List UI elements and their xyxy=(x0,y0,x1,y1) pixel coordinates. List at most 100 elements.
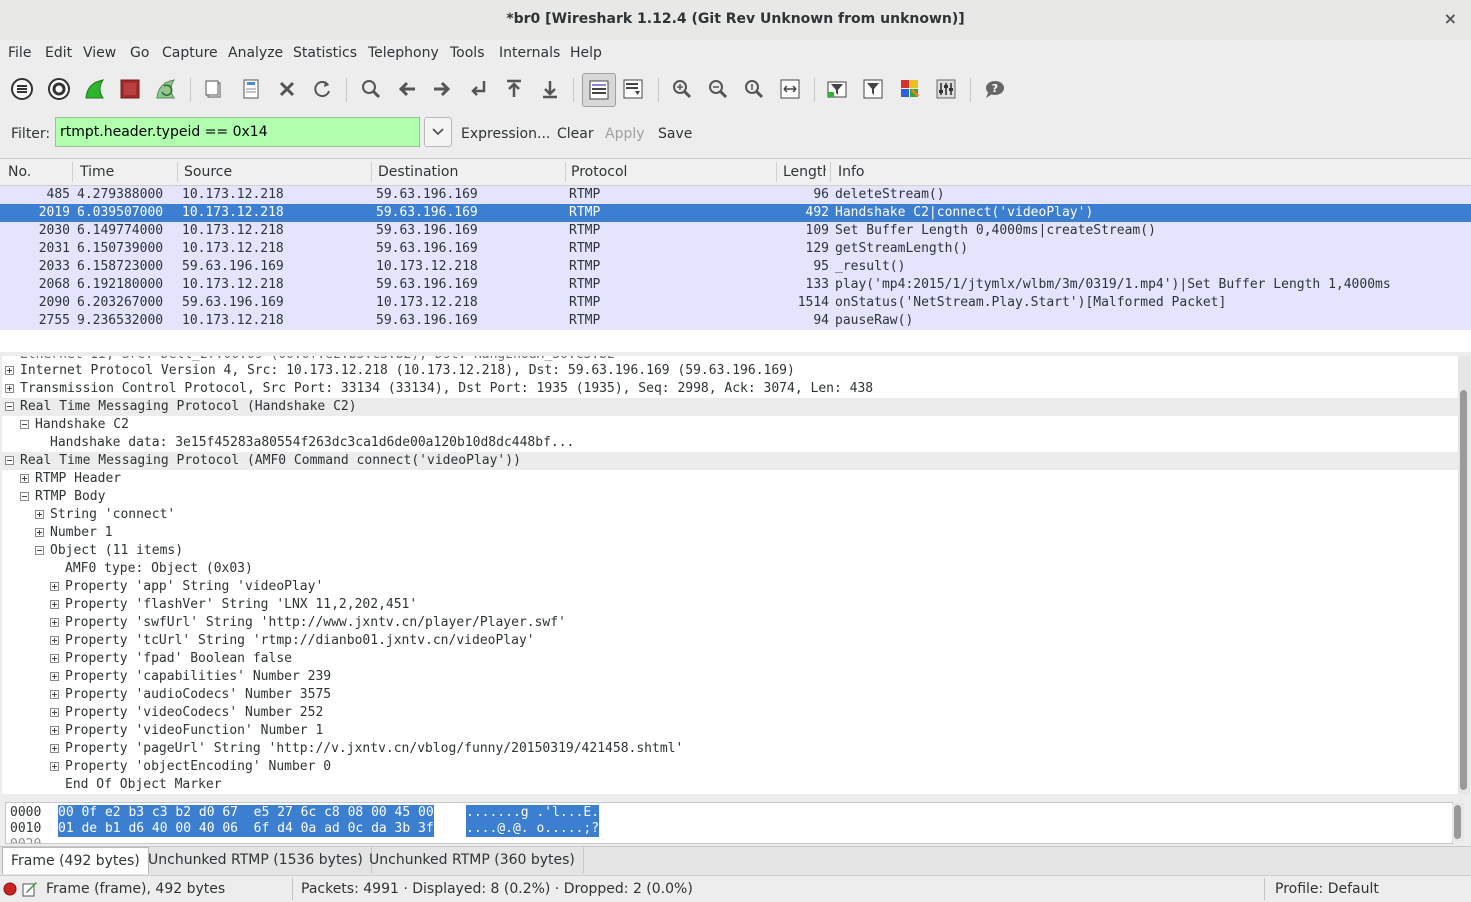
go-last-packet-icon[interactable] xyxy=(537,76,563,102)
packet-row[interactable]: 2090 6.203267000 59.63.196.169 10.173.12.21… xyxy=(0,294,1471,312)
expand-icon[interactable] xyxy=(50,726,59,735)
tab-unchunked-rtmp-360[interactable]: Unchunked RTMP (360 bytes) xyxy=(361,847,584,873)
tree-row[interactable]: Property 'app' String 'videoPlay' xyxy=(2,578,1458,596)
hex-ascii[interactable]: ....@.@. o.....;? xyxy=(466,821,600,837)
packet-row[interactable]: 2019 6.039507000 10.173.12.218 59.63.196.16… xyxy=(0,204,1471,222)
expand-icon[interactable] xyxy=(50,654,59,663)
tree-row[interactable]: Property 'videoFunction' Number 1 xyxy=(2,722,1458,740)
column-header-time[interactable]: Time xyxy=(80,164,114,180)
hex-bytes[interactable]: 00 0f e2 b3 c3 b2 d0 67 e5 27 6c c8 08 0… xyxy=(58,805,434,821)
zoom-in-icon[interactable] xyxy=(669,76,695,102)
hex-bytes[interactable]: 01 de b1 d6 40 00 40 06 6f d4 0a ad 0c d… xyxy=(58,821,434,837)
tree-row[interactable]: End Of Object Marker xyxy=(2,776,1458,794)
start-capture-icon[interactable] xyxy=(82,76,108,102)
expand-icon[interactable] xyxy=(50,708,59,717)
menu-statistics[interactable]: Statistics xyxy=(293,45,357,61)
tree-row[interactable]: Number 1 xyxy=(2,524,1458,542)
collapse-icon[interactable] xyxy=(5,402,14,411)
column-header-protocol[interactable]: Protocol xyxy=(571,164,627,180)
tree-row[interactable]: Property 'capabilities' Number 239 xyxy=(2,668,1458,686)
collapse-icon[interactable] xyxy=(35,546,44,555)
filter-input[interactable] xyxy=(55,117,420,147)
save-filter-button[interactable]: Save xyxy=(658,126,692,142)
collapse-icon[interactable] xyxy=(20,420,29,429)
clear-button[interactable]: Clear xyxy=(557,126,594,142)
tree-row[interactable]: RTMP Body xyxy=(2,488,1458,506)
menu-file[interactable]: File xyxy=(8,45,31,61)
menu-edit[interactable]: Edit xyxy=(45,45,72,61)
capture-filters-icon[interactable] xyxy=(824,76,850,102)
column-header-info[interactable]: Info xyxy=(838,164,865,180)
expand-icon[interactable] xyxy=(20,474,29,483)
expand-icon[interactable] xyxy=(5,366,14,375)
tree-row[interactable]: Property 'videoCodecs' Number 252 xyxy=(2,704,1458,722)
packet-row[interactable]: 2031 6.150739000 10.173.12.218 59.63.196.16… xyxy=(0,240,1471,258)
auto-scroll-icon[interactable] xyxy=(620,76,646,102)
column-header-source[interactable]: Source xyxy=(184,164,232,180)
expand-icon[interactable] xyxy=(50,690,59,699)
tree-row[interactable]: Real Time Messaging Protocol (Handshake … xyxy=(2,398,1458,416)
tree-row[interactable]: Property 'audioCodecs' Number 3575 xyxy=(2,686,1458,704)
tree-row[interactable]: Property 'tcUrl' String 'rtmp://dianbo01… xyxy=(2,632,1458,650)
expand-icon[interactable] xyxy=(50,762,59,771)
menu-telephony[interactable]: Telephony xyxy=(368,45,439,61)
expand-icon[interactable] xyxy=(35,510,44,519)
tree-row[interactable]: Property 'flashVer' String 'LNX 11,2,202… xyxy=(2,596,1458,614)
preferences-icon[interactable] xyxy=(933,76,959,102)
expand-icon[interactable] xyxy=(50,744,59,753)
packet-row[interactable]: 2068 6.192180000 10.173.12.218 59.63.196.16… xyxy=(0,276,1471,294)
colorize-icon[interactable] xyxy=(582,73,616,107)
bytes-scrollbar[interactable] xyxy=(1452,803,1464,841)
reload-icon[interactable] xyxy=(310,76,336,102)
save-file-icon[interactable] xyxy=(238,76,264,102)
help-icon[interactable]: ? xyxy=(981,76,1007,102)
tree-row[interactable]: Handshake data: 3e15f45283a80554f263dc3c… xyxy=(2,434,1458,452)
expand-icon[interactable] xyxy=(35,528,44,537)
tree-row[interactable]: Handshake C2 xyxy=(2,416,1458,434)
tab-unchunked-rtmp-1536[interactable]: Unchunked RTMP (1536 bytes) xyxy=(140,847,372,873)
column-header-destination[interactable]: Destination xyxy=(378,164,458,180)
packet-row[interactable]: 2033 6.158723000 59.63.196.169 10.173.12.21… xyxy=(0,258,1471,276)
expand-icon[interactable] xyxy=(50,636,59,645)
menu-view[interactable]: View xyxy=(83,45,116,61)
status-profile[interactable]: Profile: Default xyxy=(1275,881,1379,897)
tree-row[interactable]: AMF0 type: Object (0x03) xyxy=(2,560,1458,578)
menu-analyze[interactable]: Analyze xyxy=(228,45,283,61)
open-file-icon[interactable] xyxy=(201,76,227,102)
tree-row[interactable]: String 'connect' xyxy=(2,506,1458,524)
menu-internals[interactable]: Internals xyxy=(499,45,560,61)
interfaces-icon[interactable] xyxy=(9,76,35,102)
zoom-normal-icon[interactable] xyxy=(741,76,767,102)
go-forward-icon[interactable] xyxy=(429,76,455,102)
details-scrollbar[interactable] xyxy=(1458,356,1470,794)
close-icon[interactable]: × xyxy=(1444,9,1457,28)
packet-row[interactable]: 485 4.279388000 10.173.12.218 59.63.196.169… xyxy=(0,186,1471,204)
tree-row[interactable]: Property 'fpad' Boolean false xyxy=(2,650,1458,668)
expand-icon[interactable] xyxy=(50,672,59,681)
tree-row[interactable]: Property 'pageUrl' String 'http://v.jxnt… xyxy=(2,740,1458,758)
restart-capture-icon[interactable] xyxy=(153,76,179,102)
tree-row[interactable]: Property 'swfUrl' String 'http://www.jxn… xyxy=(2,614,1458,632)
tree-row[interactable]: Property 'objectEncoding' Number 0 xyxy=(2,758,1458,776)
menu-capture[interactable]: Capture xyxy=(162,45,218,61)
go-back-icon[interactable] xyxy=(394,76,420,102)
filter-dropdown-button[interactable] xyxy=(424,117,452,147)
zoom-out-icon[interactable] xyxy=(705,76,731,102)
tree-row[interactable]: Object (11 items) xyxy=(2,542,1458,560)
menu-help[interactable]: Help xyxy=(570,45,602,61)
packet-row[interactable]: 2030 6.149774000 10.173.12.218 59.63.196.16… xyxy=(0,222,1471,240)
stop-capture-icon[interactable] xyxy=(117,76,143,102)
display-filters-icon[interactable] xyxy=(860,76,886,102)
expand-icon[interactable] xyxy=(50,582,59,591)
expand-icon[interactable] xyxy=(50,618,59,627)
go-to-packet-icon[interactable] xyxy=(465,76,491,102)
expand-icon[interactable] xyxy=(50,600,59,609)
packet-row[interactable]: 2755 9.236532000 10.173.12.218 59.63.196.16… xyxy=(0,312,1471,330)
capture-options-icon[interactable] xyxy=(46,76,72,102)
tab-frame[interactable]: Frame (492 bytes) xyxy=(2,847,149,874)
collapse-icon[interactable] xyxy=(5,456,14,465)
column-header-no[interactable]: No. xyxy=(8,164,31,180)
go-first-packet-icon[interactable] xyxy=(501,76,527,102)
collapse-icon[interactable] xyxy=(20,492,29,501)
tree-row[interactable]: RTMP Header xyxy=(2,470,1458,488)
